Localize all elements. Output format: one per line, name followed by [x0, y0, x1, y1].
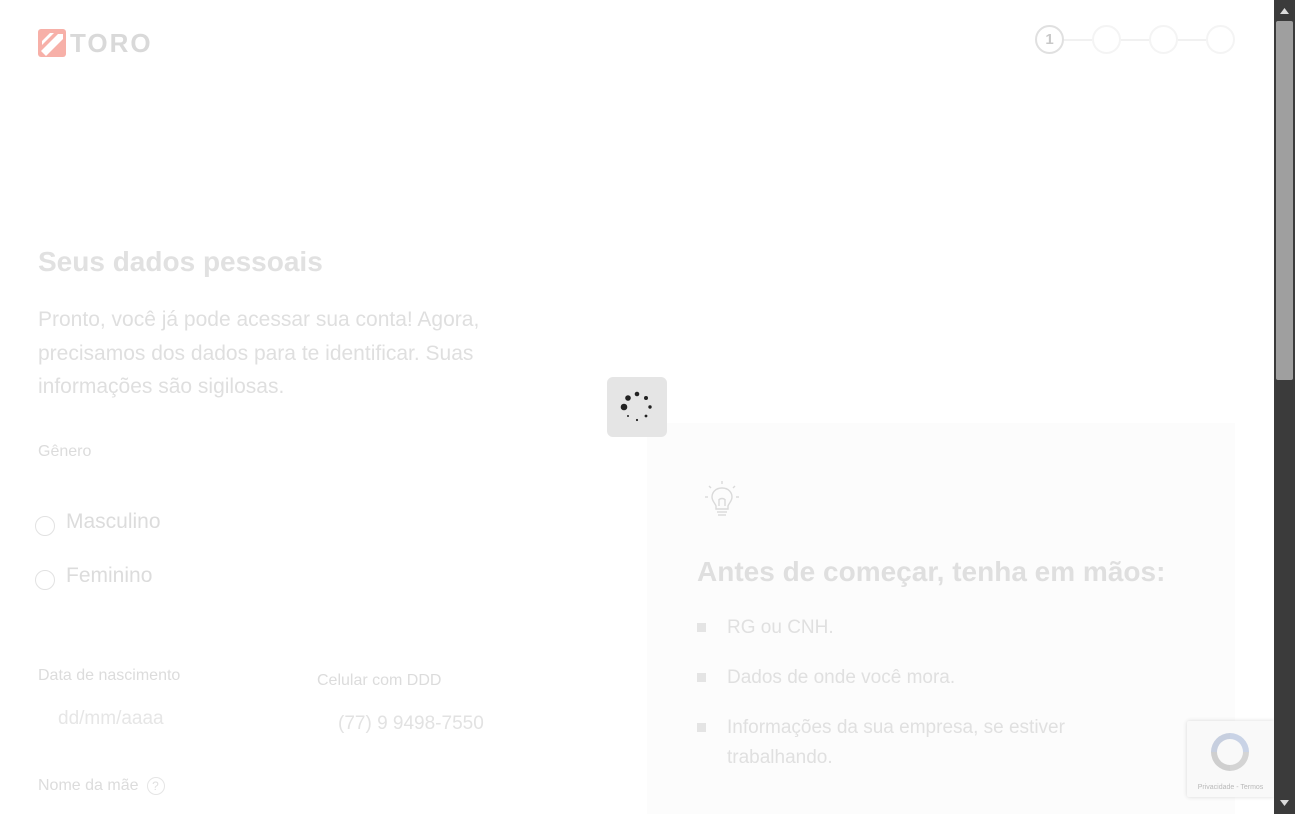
- step-3: [1149, 25, 1178, 54]
- scrollbar[interactable]: [1274, 0, 1295, 814]
- step-connector: [1064, 38, 1092, 41]
- scrollbar-thumb[interactable]: [1276, 21, 1293, 380]
- radio-label: Feminino: [66, 564, 153, 587]
- checklist-card: Antes de começar, tenha em mãos: RG ou C…: [647, 423, 1235, 814]
- mother-name-label-text: Nome da mãe: [38, 777, 139, 795]
- step-1: 1: [1035, 25, 1064, 54]
- birthdate-label: Data de nascimento: [38, 667, 181, 684]
- list-item: RG ou CNH.: [697, 613, 1117, 643]
- intro-text: Pronto, você já pode acessar sua conta! …: [38, 308, 480, 398]
- page-title: Seus dados pessoais: [38, 246, 323, 277]
- recaptcha-terms[interactable]: Privacidade - Termos: [1187, 784, 1274, 791]
- list-item: Informações da sua empresa, se estiver t…: [697, 713, 1117, 773]
- birthdate-input[interactable]: dd/mm/aaaa: [58, 708, 164, 730]
- arrow-up-icon[interactable]: [1274, 0, 1295, 20]
- radio-button[interactable]: [35, 516, 55, 536]
- radio-button[interactable]: [35, 570, 55, 590]
- radio-label: Masculino: [66, 510, 161, 533]
- recaptcha-badge[interactable]: Privacidade - Termos: [1187, 721, 1274, 797]
- spinner-icon: [620, 391, 652, 422]
- loading-overlay: [607, 377, 667, 437]
- gender-label: Gênero: [38, 443, 92, 460]
- gender-option-masculino[interactable]: Masculino: [35, 508, 161, 536]
- help-icon[interactable]: ?: [146, 777, 165, 795]
- phone-input[interactable]: (77) 9 9498-7550: [338, 713, 484, 735]
- step-connector: [1178, 38, 1206, 41]
- step-connector: [1121, 38, 1149, 41]
- lightbulb-icon: [705, 481, 739, 516]
- toro-logo-icon: [38, 29, 66, 57]
- mother-name-label: Nome da mãe?: [38, 777, 165, 795]
- gender-option-feminino[interactable]: Feminino: [35, 562, 152, 590]
- arrow-down-icon[interactable]: [1274, 794, 1295, 814]
- checklist: RG ou CNH. Dados de onde você mora. Info…: [697, 613, 1117, 793]
- checklist-title: Antes de começar, tenha em mãos:: [697, 556, 1166, 587]
- list-item: Dados de onde você mora.: [697, 663, 1117, 693]
- progress-steps: 1: [1035, 25, 1235, 54]
- page: TORO 1 Seus dados pessoais Pronto, você …: [0, 0, 1274, 814]
- recaptcha-icon: [1211, 733, 1249, 771]
- step-2: [1092, 25, 1121, 54]
- logo-text: TORO: [70, 28, 153, 58]
- toro-logo[interactable]: TORO: [38, 28, 153, 58]
- phone-label: Celular com DDD: [317, 672, 442, 689]
- step-4: [1206, 25, 1235, 54]
